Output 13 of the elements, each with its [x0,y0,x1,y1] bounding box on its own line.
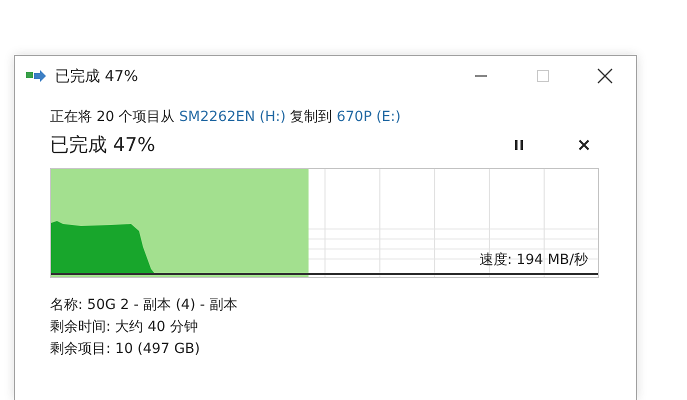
window-title: 已完成 47% [55,66,140,86]
speed-label: 速度: 194 MB/秒 [479,251,588,269]
detail-line: 剩余时间: 大约 40 分钟 [50,318,199,336]
copy-arrow-icon [25,68,47,84]
detail-line: 名称: 50G 2 - 副本 (4) - 副本 [50,296,238,314]
pause-icon [514,139,524,151]
close-icon [578,139,590,151]
detail-line: 剩余项目: 10 (497 GB) [50,340,201,358]
copy-description: 正在将 20 个项目从 SM2262EN (H:) 复制到 670P (E:) [50,108,402,126]
progress-heading: 已完成 47% [50,133,156,158]
minimize-icon [475,75,487,77]
maximize-icon [536,69,550,83]
close-icon [597,68,613,84]
